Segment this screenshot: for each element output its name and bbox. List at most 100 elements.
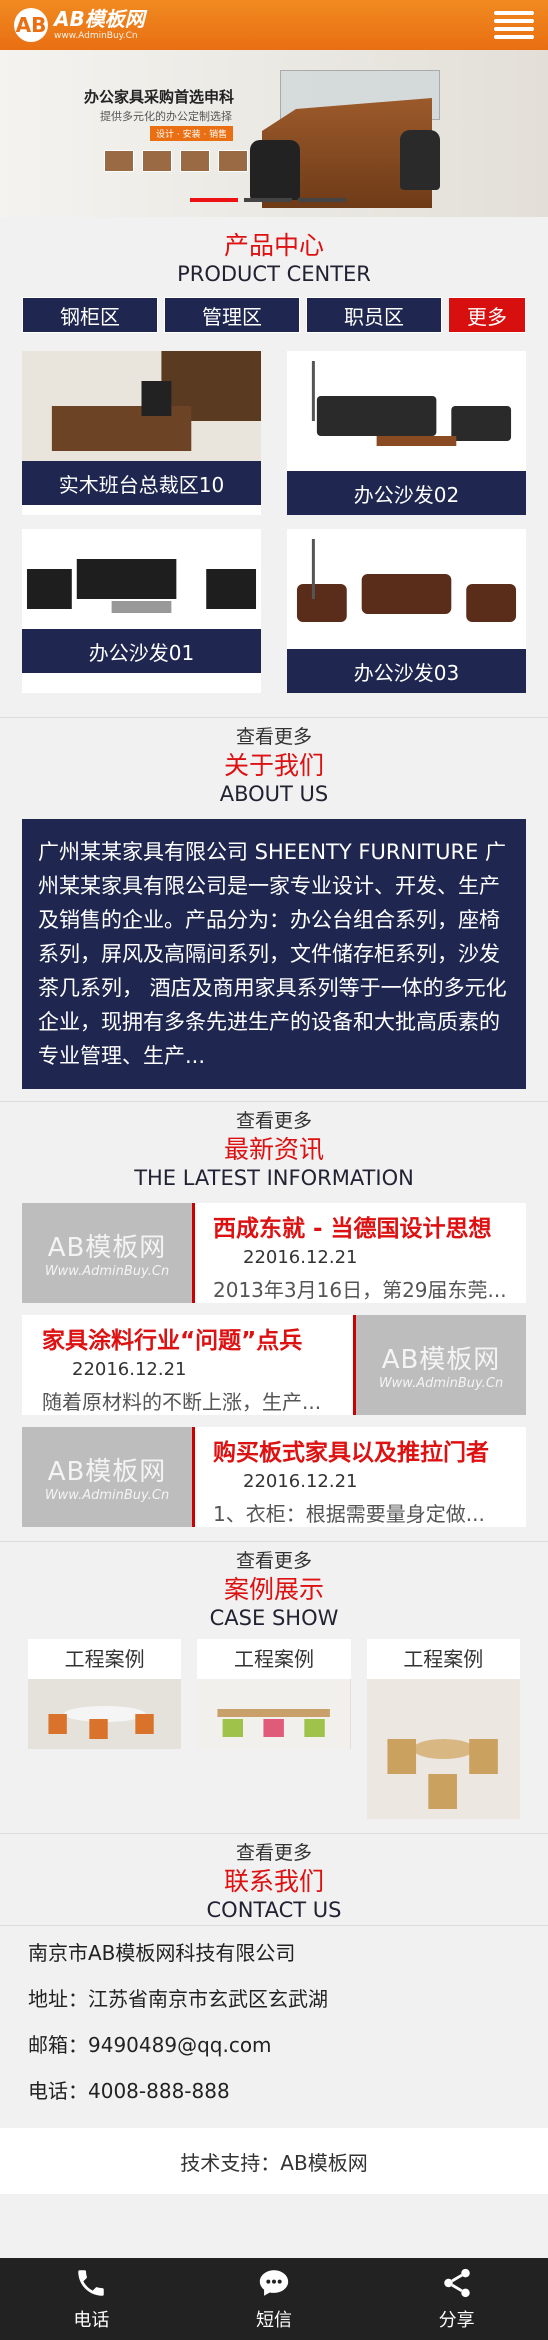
phone-tab[interactable]: 电话: [0, 2258, 183, 2340]
about-title-cn: 关于我们: [223, 751, 324, 780]
news-thumbnail: AB模板网 Www.AdminBuy.Cn: [22, 1203, 192, 1303]
contact-section-title: 联系我们 CONTACT US: [0, 1865, 548, 1923]
products-section-title: 产品中心 PRODUCT CENTER: [0, 217, 548, 287]
news-title-cn: 最新资讯: [223, 1135, 324, 1164]
cases-view-more-link[interactable]: 查看更多: [0, 1833, 548, 1865]
case-label: 工程案例: [233, 1647, 314, 1671]
news-title: 购买板式家具以及推拉门者: [213, 1440, 489, 1466]
news-thumbnail: AB模板网 Www.AdminBuy.Cn: [356, 1315, 526, 1415]
top-header: AB AB模板网 www.AdminBuy.Cn: [0, 0, 548, 50]
case-card[interactable]: 工程案例: [28, 1639, 182, 1749]
news-summary: 随着原材料的不断上涨，生产...: [42, 1390, 322, 1414]
product-card[interactable]: 办公沙发03: [287, 529, 526, 693]
banner-dot-active[interactable]: [190, 198, 238, 202]
bottom-action-bar: 电话 短信 分享: [0, 2258, 548, 2340]
thumb-watermark: AB模板网: [47, 1457, 167, 1487]
contact-address: 地址：江苏省南京市玄武区玄武湖: [28, 1987, 328, 2011]
share-tab[interactable]: 分享: [365, 2258, 548, 2340]
category-tab[interactable]: 钢柜区: [22, 297, 158, 333]
news-title-en: THE LATEST INFORMATION: [134, 1166, 414, 1190]
thumb-watermark: AB模板网: [47, 1233, 167, 1263]
tech-support-footer: 技术支持：AB模板网: [0, 2128, 548, 2194]
hero-banner[interactable]: 办公家具采购首选申科 提供多元化的办公定制选择 设计 · 安装 · 销售: [0, 50, 548, 217]
banner-title: 办公家具采购首选申科: [84, 88, 235, 106]
contact-info: 南京市AB模板网科技有限公司 地址：江苏省南京市玄武区玄武湖 邮箱：949048…: [0, 1925, 548, 2114]
thumb-watermark-url: Www.AdminBuy.Cn: [44, 1488, 170, 1503]
product-caption: 办公沙发01: [22, 629, 261, 673]
banner-subtitle: 提供多元化的办公定制选择: [100, 110, 232, 123]
banner-thumbnails: [104, 150, 248, 172]
cases-title-cn: 案例展示: [223, 1575, 324, 1604]
product-caption: 办公沙发02: [287, 471, 526, 515]
news-title: 西成东就 - 当德国设计思想: [213, 1216, 492, 1242]
news-date: 22016.12.21: [243, 1247, 358, 1268]
banner-tag: 设计 · 安装 · 销售: [150, 126, 234, 141]
logo-mark: AB: [14, 8, 48, 42]
about-text: 广州某某家具有限公司 SHEENTY FURNITURE 广州某某家具有限公司是…: [22, 819, 526, 1089]
case-label: 工程案例: [64, 1647, 145, 1671]
category-tab[interactable]: 管理区: [164, 297, 300, 333]
logo-title: AB模板网: [54, 7, 145, 31]
product-image: [22, 351, 261, 461]
news-section-title: 最新资讯 THE LATEST INFORMATION: [0, 1133, 548, 1191]
news-summary: 2013年3月16日，第29届东莞...: [213, 1278, 507, 1302]
menu-icon[interactable]: [494, 8, 534, 42]
products-title-cn: 产品中心: [223, 231, 324, 260]
product-image: [22, 529, 261, 629]
news-date: 22016.12.21: [243, 1471, 358, 1492]
about-title-en: ABOUT US: [219, 782, 329, 806]
news-list: AB模板网 Www.AdminBuy.Cn 西成东就 - 当德国设计思想 220…: [0, 1203, 548, 1527]
news-view-more-link[interactable]: 查看更多: [0, 1541, 548, 1573]
tech-support-text: 技术支持：AB模板网: [180, 2150, 368, 2175]
share-icon: [443, 2268, 470, 2298]
product-image: [287, 529, 526, 649]
news-date: 22016.12.21: [72, 1359, 187, 1380]
cases-title-en: CASE SHOW: [209, 1606, 339, 1630]
products-view-more-link[interactable]: 查看更多: [0, 717, 548, 749]
sms-tab[interactable]: 短信: [183, 2258, 366, 2340]
product-grid: 实木班台总裁区10 办公沙发02 办公沙发01 办公沙发03: [0, 333, 548, 693]
news-thumbnail: AB模板网 Www.AdminBuy.Cn: [22, 1427, 192, 1527]
product-card[interactable]: 办公沙发01: [22, 529, 261, 693]
product-card[interactable]: 实木班台总裁区10: [22, 351, 261, 515]
banner-dot[interactable]: [298, 198, 346, 202]
sms-tab-label: 短信: [256, 2310, 292, 2331]
thumb-watermark: AB模板网: [381, 1345, 501, 1375]
phone-icon: [78, 2270, 105, 2296]
news-item[interactable]: AB模板网 Www.AdminBuy.Cn 购买板式家具以及推拉门者 22016…: [22, 1427, 526, 1527]
product-caption: 实木班台总裁区10: [22, 461, 261, 505]
case-image: [197, 1679, 351, 1749]
products-title-en: PRODUCT CENTER: [177, 262, 371, 286]
about-view-more-link[interactable]: 查看更多: [0, 1101, 548, 1133]
news-item[interactable]: 家具涂料行业“问题”点兵 22016.12.21 随着原材料的不断上涨，生产..…: [22, 1315, 526, 1415]
case-label: 工程案例: [403, 1647, 484, 1671]
news-item[interactable]: AB模板网 Www.AdminBuy.Cn 西成东就 - 当德国设计思想 220…: [22, 1203, 526, 1303]
contact-company: 南京市AB模板网科技有限公司: [28, 1941, 296, 1965]
contact-title-cn: 联系我们: [223, 1867, 324, 1896]
contact-email[interactable]: 邮箱：9490489@qq.com: [28, 2022, 520, 2068]
case-image: [28, 1679, 182, 1749]
cases-section-title: 案例展示 CASE SHOW: [0, 1573, 548, 1631]
banner-dot[interactable]: [244, 198, 292, 202]
banner-chair-image: [250, 140, 300, 200]
phone-tab-label: 电话: [73, 2310, 110, 2331]
product-card[interactable]: 办公沙发02: [287, 351, 526, 515]
case-card[interactable]: 工程案例: [197, 1639, 351, 1749]
banner-pagination[interactable]: [190, 198, 346, 202]
product-caption: 办公沙发03: [287, 649, 526, 693]
share-tab-label: 分享: [438, 2310, 475, 2331]
thumb-watermark-url: Www.AdminBuy.Cn: [44, 1264, 170, 1279]
contact-title-en: CONTACT US: [206, 1898, 342, 1922]
logo-subtitle: www.AdminBuy.Cn: [54, 31, 138, 41]
chat-icon: [259, 2270, 289, 2296]
banner-chair-image-2: [400, 130, 440, 190]
contact-phone[interactable]: 电话：4008-888-888: [28, 2068, 520, 2114]
case-card[interactable]: 工程案例: [366, 1639, 520, 1819]
category-more-button[interactable]: 更多: [448, 297, 526, 333]
product-image: [287, 351, 526, 471]
news-summary: 1、衣柜：根据需要量身定做...: [213, 1502, 485, 1526]
site-logo[interactable]: AB AB模板网 www.AdminBuy.Cn: [14, 8, 145, 42]
case-list: 工程案例 工程案例 工程案例: [0, 1631, 548, 1819]
category-tab[interactable]: 职员区: [306, 297, 442, 333]
case-image: [366, 1679, 520, 1819]
